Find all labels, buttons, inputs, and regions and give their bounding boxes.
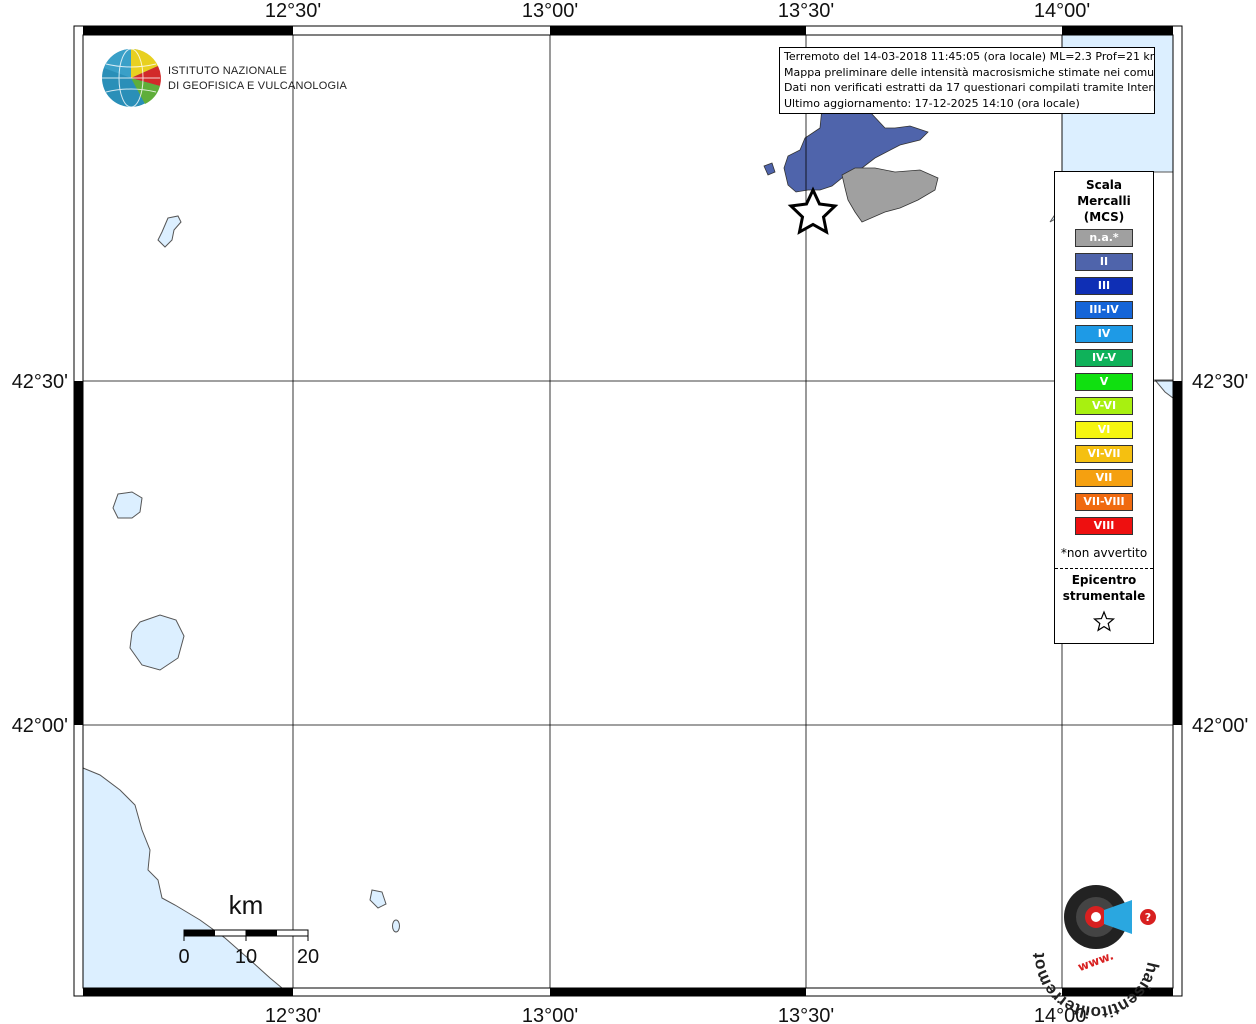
axis-bottom-label-3: 13°30' [778,1005,834,1024]
legend-swatch-ii: II [1075,253,1133,271]
event-info-line4: Ultimo aggiornamento: 17-12-2025 14:10 (… [784,96,1080,110]
axis-bottom-label-1: 12°30' [265,1005,321,1024]
axis-left-label-1: 42°30' [12,371,68,393]
legend-swatch-iii-iv: III-IV [1075,301,1133,319]
scale-unit: km [229,890,264,920]
legend-swatch-iii: III [1075,277,1133,295]
axis-top-label-2: 13°00' [522,0,578,22]
axis-right-label-2: 42°00' [1192,715,1248,737]
legend-epicenter-label: Epicentro strumentale [1062,573,1146,603]
axis-top-label-4: 14°00' [1034,0,1090,22]
axis-right-label-1: 42°30' [1192,371,1248,393]
event-info-line3: Dati non verificati estratti da 17 quest… [784,81,1155,94]
axis-top-label-1: 12°30' [265,0,321,22]
legend-swatch-vii-viii: VII-VIII [1075,493,1133,511]
legend-star-icon [1092,610,1116,632]
event-info-line2: Mappa preliminare delle intensità macros… [784,65,1155,79]
legend-swatch-iv-v: IV-V [1075,349,1133,367]
legend-swatch-vi-vii: VI-VII [1075,445,1133,463]
legend-swatch-n-a: n.a.* [1075,229,1133,247]
scale-label-0: 0 [178,946,189,968]
axis-bottom-label-2: 13°00' [522,1005,578,1024]
legend-swatch-iv: IV [1075,325,1133,343]
legend-swatch-v: V [1075,373,1133,391]
lake-5 [392,919,400,933]
axis-top-label-3: 13°30' [778,0,834,22]
scale-label-20: 20 [297,946,319,968]
event-info-box: Terremoto del 14-03-2018 11:45:05 (ora l… [779,47,1155,114]
legend-title: Scala Mercalli (MCS) [1077,178,1131,224]
legend-swatch-viii: VIII [1075,517,1133,535]
legend-note: *non avvertito [1060,546,1148,560]
axis-left-label-2: 42°00' [12,715,68,737]
scale-label-10: 10 [235,946,257,968]
legend-swatch-vii: VII [1075,469,1133,487]
intensity-legend: Scala Mercalli (MCS) n.a.* II III III-IV IV I… [1054,171,1154,644]
map-area [83,35,1173,988]
svg-text:?: ? [1145,911,1151,924]
ingv-name-line2: DI GEOFISICA E VULCANOLOGIA [168,80,347,92]
event-info-line1: Terremoto del 14-03-2018 11:45:05 (ora l… [784,50,1155,63]
ingv-name-line1: ISTITUTO NAZIONALE [168,65,287,77]
legend-swatch-vi: VI [1075,421,1133,439]
legend-swatch-v-vi: V-VI [1075,397,1133,415]
lake-2 [112,491,143,519]
legend-separator [1055,568,1153,569]
